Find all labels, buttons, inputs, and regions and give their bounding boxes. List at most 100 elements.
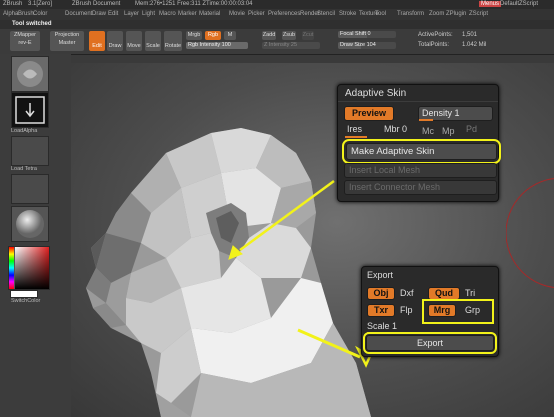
- total-points-value: 1.042 Mil: [462, 42, 487, 48]
- zmapper-sub-label: rev-E: [18, 40, 32, 46]
- total-points-label: TotalPoints:: [418, 42, 450, 48]
- color-picker[interactable]: [8, 246, 50, 290]
- draw-size-circle: [506, 177, 554, 289]
- menu-alpha[interactable]: Alpha: [3, 11, 18, 17]
- zmapper-label: ZMapper: [13, 32, 36, 38]
- default-zscript[interactable]: DefaultZScript: [500, 1, 538, 7]
- menu-document[interactable]: Document: [65, 11, 92, 17]
- tri-button[interactable]: Tri: [465, 288, 475, 298]
- menus-button[interactable]: Menus: [479, 1, 502, 7]
- menu-transform[interactable]: Transform: [397, 11, 424, 17]
- scale-value: 1: [392, 321, 398, 331]
- mbr-label: Mbr: [384, 124, 400, 134]
- menu-draw[interactable]: Draw: [92, 11, 106, 17]
- stroke-thumbnail[interactable]: [11, 92, 49, 128]
- menu-tool[interactable]: Tool: [375, 11, 386, 17]
- menu-layer[interactable]: Layer: [124, 11, 139, 17]
- switch-color-button[interactable]: SwitchColor: [11, 298, 40, 304]
- mbr-slider[interactable]: Mbr 0: [384, 124, 407, 134]
- draw-size-slider[interactable]: Draw Size 104: [338, 42, 396, 49]
- zsub-button[interactable]: Zsub: [282, 31, 296, 40]
- down-arrow-icon: [15, 96, 45, 124]
- menu-bar: Alpha Brush Color Document Draw Edit Layer Ligh…: [0, 9, 554, 20]
- move-button[interactable]: Move: [126, 31, 142, 51]
- menu-marker[interactable]: Marker: [178, 11, 197, 17]
- alpha-thumbnail[interactable]: [11, 136, 49, 166]
- rgb-intensity-label: Rgb Intensity: [188, 42, 221, 48]
- main-color-swatch[interactable]: [10, 290, 38, 298]
- menu-edit[interactable]: Edit: [108, 11, 118, 17]
- scale-slider-fill[interactable]: [367, 332, 393, 334]
- top-toolbar: ZMapper rev-E Projection Master Edit Dra…: [0, 29, 554, 55]
- menu-macro[interactable]: Macro: [159, 11, 176, 17]
- export-title: Export: [367, 270, 394, 280]
- active-points-value: 1,501: [462, 32, 478, 38]
- focal-shift-slider[interactable]: Focal Shift 0: [338, 31, 396, 38]
- draw-button[interactable]: Draw: [107, 31, 123, 51]
- rotate-button[interactable]: Rotate: [164, 31, 182, 51]
- app-name: ZBrush: [3, 1, 23, 7]
- rgb-button[interactable]: Rgb: [205, 31, 221, 40]
- scale-button[interactable]: Scale: [145, 31, 161, 51]
- menu-brush[interactable]: Brush: [18, 11, 34, 17]
- left-shelf: LoadAlpha Load Tetra SwitchColor: [0, 54, 71, 417]
- edit-button[interactable]: Edit: [89, 31, 105, 51]
- mc-button[interactable]: Mc: [422, 126, 434, 136]
- color-picker-gradient: [9, 247, 49, 289]
- density-slider-fill: [419, 119, 433, 121]
- mrgb-button[interactable]: Mrgb: [186, 31, 202, 40]
- obj-button[interactable]: Obj: [367, 287, 395, 300]
- grp-button[interactable]: Grp: [465, 305, 480, 315]
- load-alpha-button[interactable]: LoadAlpha: [11, 128, 37, 134]
- rgb-intensity-value: 100: [221, 42, 231, 48]
- txr-button[interactable]: Txr: [367, 304, 395, 317]
- zadd-button[interactable]: Zadd: [262, 31, 276, 40]
- load-tetra-button[interactable]: Load Tetra: [11, 166, 37, 172]
- flp-button[interactable]: Flp: [400, 305, 413, 315]
- menu-material[interactable]: Material: [199, 11, 220, 17]
- draw-size-value: 104: [366, 42, 376, 48]
- pd-button[interactable]: Pd: [466, 124, 477, 134]
- material-thumbnail[interactable]: [11, 206, 49, 242]
- menu-color[interactable]: Color: [33, 11, 47, 17]
- mrg-button[interactable]: Mrg: [428, 304, 456, 317]
- m-button[interactable]: M: [224, 31, 236, 40]
- menu-movie[interactable]: Movie: [229, 11, 245, 17]
- adaptive-skin-panel: Adaptive Skin Preview Density 1 Ires Mbr…: [337, 84, 501, 202]
- mp-button[interactable]: Mp: [442, 126, 455, 136]
- export-button[interactable]: Export: [363, 332, 497, 354]
- z-intensity-label: Z Intensity: [264, 42, 290, 48]
- scale-slider[interactable]: Scale 1: [367, 321, 397, 331]
- panel-divider: [338, 101, 498, 102]
- menu-zscript[interactable]: ZScript: [469, 11, 488, 17]
- document-name: ZBrush Document: [72, 1, 121, 7]
- rgb-intensity-slider[interactable]: Rgb Intensity 100: [186, 42, 248, 49]
- ires-slider-fill[interactable]: [345, 136, 367, 138]
- make-adaptive-skin-button[interactable]: Make Adaptive Skin: [342, 139, 501, 164]
- preview-button[interactable]: Preview: [344, 106, 394, 121]
- menu-stencil[interactable]: Stencil: [317, 11, 335, 17]
- insert-local-mesh-button[interactable]: Insert Local Mesh: [344, 163, 497, 178]
- menu-zoom[interactable]: Zoom: [429, 11, 444, 17]
- menu-picker[interactable]: Picker: [248, 11, 265, 17]
- projection-master-button[interactable]: Projection Master: [50, 31, 84, 51]
- memory-stats: Mem:276•1251 Free:311 ZTime:00:00:03:04: [135, 1, 253, 7]
- insert-connector-mesh-button[interactable]: Insert Connector Mesh: [344, 180, 497, 195]
- dxf-button[interactable]: Dxf: [400, 288, 414, 298]
- focal-shift-value: 0: [367, 31, 371, 37]
- density-slider[interactable]: Density 1: [418, 106, 493, 121]
- zmapper-button[interactable]: ZMapper rev-E: [10, 31, 40, 51]
- texture-thumbnail[interactable]: [11, 174, 49, 204]
- z-intensity-slider[interactable]: Z Intensity 25: [262, 42, 320, 49]
- active-points-label: ActivePoints:: [418, 32, 453, 38]
- menu-preferences[interactable]: Preferences: [268, 11, 300, 17]
- ires-label[interactable]: Ires: [347, 124, 362, 134]
- menu-light[interactable]: Light: [142, 11, 155, 17]
- density-value: 1: [454, 108, 460, 118]
- scale-label: Scale: [367, 321, 390, 331]
- zcut-button[interactable]: Zcut: [302, 31, 314, 40]
- density-label: Density: [422, 108, 453, 118]
- menu-zplugin[interactable]: ZPlugin: [446, 11, 466, 17]
- menu-stroke[interactable]: Stroke: [339, 11, 356, 17]
- brush-thumbnail[interactable]: [11, 56, 49, 92]
